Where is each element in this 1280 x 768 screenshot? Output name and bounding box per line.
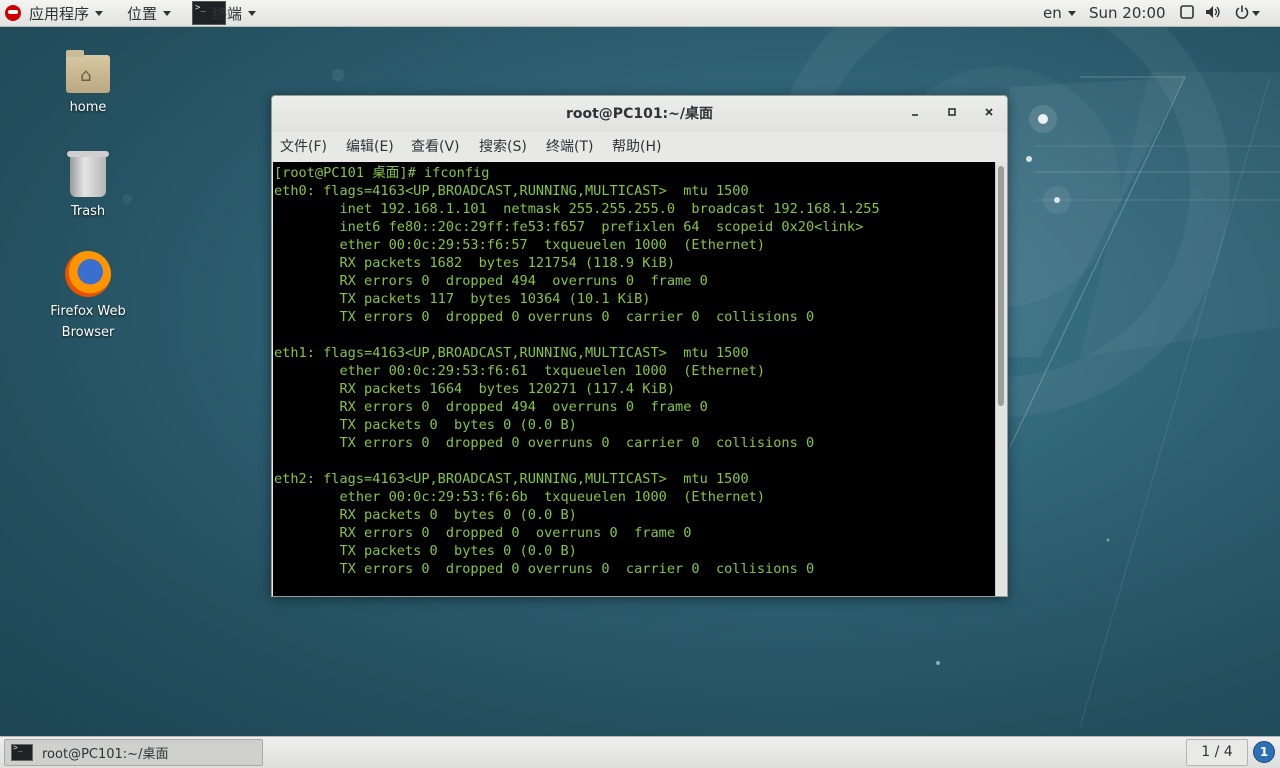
bottom-panel: root@PC101:~/桌面 1 / 4 1 bbox=[0, 736, 1280, 768]
terminal-window: root@PC101:~/桌面 文件(F) 编辑(E) 查看(V) 搜索(S) … bbox=[271, 95, 1008, 597]
chevron-down-icon bbox=[1067, 10, 1076, 16]
clock-label: Sun 20:00 bbox=[1089, 4, 1166, 22]
desktop-icon-firefox[interactable]: Firefox Web Browser bbox=[38, 251, 138, 343]
window-title: root@PC101:~/桌面 bbox=[565, 106, 714, 122]
active-app-label: 终端 bbox=[212, 4, 243, 23]
menu-view[interactable]: 查看(V) bbox=[411, 132, 460, 162]
active-app-menu[interactable]: 终端 bbox=[212, 0, 257, 26]
terminal-text: [root@PC101 桌面]# ifconfig eth0: flags=41… bbox=[274, 165, 880, 577]
close-button[interactable] bbox=[979, 105, 999, 123]
scrollbar-thumb[interactable] bbox=[998, 166, 1004, 406]
trash-icon bbox=[67, 151, 109, 197]
taskbar-window-terminal[interactable]: root@PC101:~/桌面 bbox=[4, 739, 263, 766]
notification-badge[interactable]: 1 bbox=[1253, 741, 1275, 763]
terminal-icon bbox=[11, 743, 33, 761]
redhat-logo-icon bbox=[5, 5, 21, 21]
taskbar-window-label: root@PC101:~/桌面 bbox=[42, 747, 169, 762]
keyboard-layout-label: en bbox=[1043, 4, 1062, 22]
chevron-down-icon[interactable] bbox=[1252, 11, 1260, 16]
menu-edit[interactable]: 编辑(E) bbox=[346, 132, 394, 162]
minimize-button[interactable] bbox=[905, 105, 925, 123]
places-menu[interactable]: 位置 bbox=[127, 0, 172, 26]
clock[interactable]: Sun 20:00 bbox=[1089, 0, 1166, 26]
workspace-switcher[interactable]: 1 / 4 bbox=[1186, 739, 1248, 766]
firefox-icon bbox=[65, 251, 111, 297]
menu-help[interactable]: 帮助(H) bbox=[612, 132, 661, 162]
chevron-down-icon bbox=[248, 10, 257, 16]
keyboard-layout-menu[interactable]: en bbox=[1043, 0, 1076, 26]
home-folder-icon: ⌂ bbox=[66, 50, 110, 93]
power-icon[interactable] bbox=[1234, 5, 1250, 21]
window-titlebar[interactable]: root@PC101:~/桌面 bbox=[272, 96, 1007, 132]
applications-menu-label: 应用程序 bbox=[29, 4, 90, 23]
menu-file[interactable]: 文件(F) bbox=[280, 132, 327, 162]
terminal-output[interactable]: [root@PC101 桌面]# ifconfig eth0: flags=41… bbox=[273, 162, 995, 596]
desktop-icon-label: home bbox=[69, 100, 107, 115]
terminal-menubar: 文件(F) 编辑(E) 查看(V) 搜索(S) 终端(T) 帮助(H) bbox=[272, 132, 1007, 162]
desktop-icon-trash[interactable]: Trash bbox=[38, 151, 138, 222]
chevron-down-icon bbox=[95, 10, 104, 16]
top-panel: 应用程序 位置 >_ 终端 en Sun 20:00 bbox=[0, 0, 1280, 27]
places-menu-label: 位置 bbox=[127, 4, 158, 23]
desktop-icon-label: Firefox Web Browser bbox=[50, 304, 126, 340]
menu-search[interactable]: 搜索(S) bbox=[479, 132, 527, 162]
desktop-icon-label: Trash bbox=[70, 204, 106, 219]
applications-menu[interactable]: 应用程序 bbox=[29, 0, 104, 26]
desktop-icon-home[interactable]: ⌂ home bbox=[38, 50, 138, 118]
screen-icon[interactable] bbox=[1179, 5, 1195, 21]
chevron-down-icon bbox=[163, 10, 172, 16]
maximize-button[interactable] bbox=[942, 105, 962, 123]
menu-terminal[interactable]: 终端(T) bbox=[546, 132, 593, 162]
volume-icon[interactable] bbox=[1205, 5, 1221, 21]
terminal-scrollbar[interactable] bbox=[995, 162, 1007, 596]
